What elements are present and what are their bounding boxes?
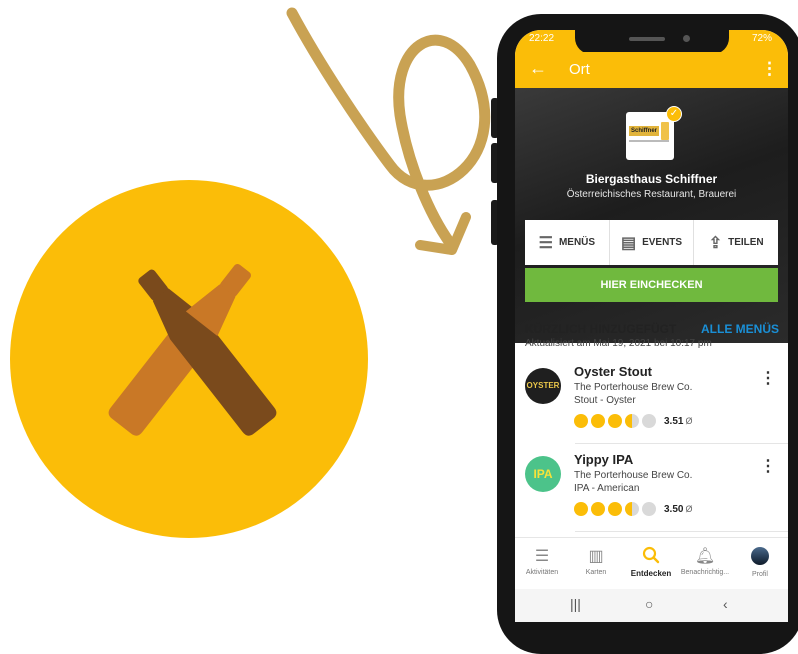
checkin-button[interactable]: HIER EINCHECKEN [525,268,778,302]
map-icon: ▥ [588,548,604,565]
rating-cap-empty [642,502,656,516]
beer-name: Yippy IPA [574,452,634,467]
camera-notch [575,30,729,54]
app-bar: ← Ort ⋮ [515,52,788,88]
menu-doc-icon: ☰ [538,234,553,252]
section-title: KÜRZLICH HINZUGEFÜGT [525,322,677,336]
nav-item-notifications[interactable]: 🔔︎ Benachrichtig... [678,538,732,590]
bell-icon: 🔔︎ [694,548,716,565]
camera-icon [683,35,690,42]
beer-item[interactable]: OYSTER Oyster Stout The Porterhouse Brew… [525,358,788,446]
bottom-nav: ☰ Aktivitäten ▥ Karten Entdecken 🔔︎ Bena… [515,537,788,590]
rating-cap-full [591,502,605,516]
system-nav-bar: ||| ○ ‹ [515,589,788,622]
rating-symbol: Ø [685,504,693,514]
avatar [751,547,769,565]
rating-cap-empty [642,414,656,428]
calendar-icon: ▤ [620,234,637,252]
nav-label: Profil [752,571,768,578]
divider [575,531,788,532]
nav-item-profile[interactable]: Profil [733,538,787,590]
beer-brewery: The Porterhouse Brew Co. [574,470,693,481]
events-label: EVENTS [642,237,683,248]
battery-level: 72% [751,33,772,44]
venue-name: Biergasthaus Schiffner [585,172,718,186]
events-button[interactable]: ▤ EVENTS [610,220,695,265]
rating-cap-full [574,502,588,516]
venue-logo-text: Schiffner [629,126,659,136]
nav-item-activities[interactable]: ☰ Aktivitäten [515,538,569,590]
beer-item[interactable]: IPA Yippy IPA The Porterhouse Brew Co. I… [525,446,788,534]
nav-item-discover[interactable]: Entdecken [624,538,678,590]
all-menus-link[interactable]: ALLE MENÜS [701,322,779,336]
divider [575,443,788,444]
back-icon[interactable]: ‹ [723,596,728,612]
more-vertical-icon[interactable]: ⋮ [760,456,776,476]
rating-cap-full [591,414,605,428]
menus-button[interactable]: ☰ MENÜS [525,220,610,265]
nav-label: Karten [585,569,607,576]
nav-label: Benachrichtig... [680,569,730,576]
share-icon: ⇪ [708,234,723,252]
page-title: Ort [569,61,590,78]
beer-label-text: IPA [533,467,553,481]
home-icon[interactable]: ○ [645,596,653,612]
venue-logo: Schiffner [626,112,674,160]
beer-label-image: IPA [525,456,561,492]
beer-label-image: OYSTER [525,368,561,404]
speaker [629,37,665,41]
arrow-left-icon[interactable]: ← [529,58,547,79]
share-button[interactable]: ⇪ TEILEN [694,220,778,265]
section-updated: Aktualisiert am Mai 19, 2021 bei 10:17 p… [525,338,712,349]
beer-glass-icon [661,122,669,140]
share-label: TEILEN [728,237,764,248]
rating-cap-full [574,414,588,428]
search-icon [624,546,678,566]
rating-value: 3.50 [664,503,684,515]
venue-header: Schiffner ✓ Biergasthaus Schiffner Öster… [515,88,788,343]
rating-value: 3.51 [664,415,684,427]
phone-screen: 22:22 72% ← Ort ⋮ Schiffner ✓ Biergastha… [515,30,788,622]
nav-label: Aktivitäten [525,569,559,576]
beer-style: IPA - American [574,483,640,494]
arrow-icon [286,7,491,255]
nav-label: Entdecken [630,569,672,578]
rating-cap-half [625,502,639,516]
rating-cap-full [608,414,622,428]
beer-label-text: OYSTER [526,381,560,390]
rating-caps: 3.50 Ø [574,502,692,516]
menus-label: MENÜS [558,237,596,248]
venue-actions: ☰ MENÜS ▤ EVENTS ⇪ TEILEN [525,220,778,265]
beer-name: Oyster Stout [574,364,653,379]
venue-type: Österreichisches Restaurant, Brauerei [566,189,737,200]
recent-apps-icon[interactable]: ||| [570,596,581,612]
verified-check-icon: ✓ [666,106,682,122]
more-vertical-icon[interactable]: ⋮ [761,59,778,79]
status-time: 22:22 [529,33,555,44]
rating-caps: 3.51 Ø [574,414,692,428]
logo-underline [629,140,669,142]
beer-brewery: The Porterhouse Brew Co. [574,382,693,393]
rating-cap-full [608,502,622,516]
rating-cap-half [625,414,639,428]
nav-item-maps[interactable]: ▥ Karten [569,538,623,590]
list-icon: ☰ [534,548,550,565]
more-vertical-icon[interactable]: ⋮ [760,368,776,388]
rating-symbol: Ø [685,416,693,426]
beer-style: Stout - Oyster [574,395,636,406]
